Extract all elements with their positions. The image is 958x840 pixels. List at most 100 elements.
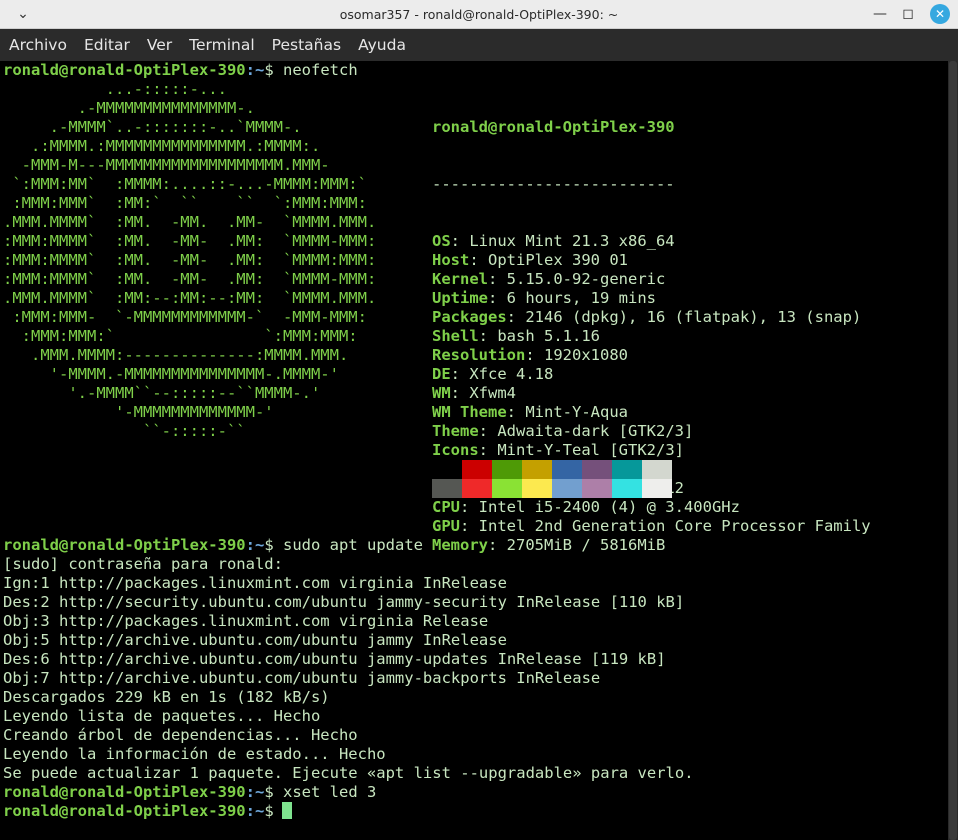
prompt-symbol: $ bbox=[264, 783, 274, 801]
logo-line: :MMM:MMM- `-MMMMMMMMMMMM-` -MMM-MMM: bbox=[3, 308, 367, 326]
window-title: osomar357 - ronald@ronald-OptiPlex-390: … bbox=[339, 7, 619, 22]
info-value: Intel i5-2400 (4) @ 3.400GHz bbox=[478, 498, 740, 516]
info-value: Intel 2nd Generation Core Processor Fami… bbox=[478, 517, 871, 535]
info-key: Host bbox=[432, 251, 470, 269]
logo-line: .MMM.MMMM` :MM. -MM. .MM- `MMMM.MMM. bbox=[3, 213, 377, 231]
logo-line: ``-:::::-`` bbox=[3, 422, 246, 440]
prompt-user: ronald@ronald-OptiPlex-390 bbox=[3, 783, 246, 801]
logo-line: .MMM.MMMM` :MM:--:MM:--:MM: `MMMM.MMM. bbox=[3, 289, 377, 307]
color-swatch bbox=[582, 460, 612, 479]
prompt-line: ronald@ronald-OptiPlex-390:~$ neofetch bbox=[3, 61, 358, 80]
info-row: CPU: Intel i5-2400 (4) @ 3.400GHz bbox=[432, 498, 740, 516]
info-key: Packages bbox=[432, 308, 507, 326]
info-row: Theme: Adwaita-dark [GTK2/3] bbox=[432, 422, 694, 440]
logo-line: `:MMM:MM` :MMMM:....::-...-MMMM:MMM:` bbox=[3, 175, 367, 193]
info-value: Xfwm4 bbox=[469, 384, 517, 402]
info-key: DE bbox=[432, 365, 451, 383]
info-value: Xfce 4.18 bbox=[469, 365, 554, 383]
info-key: Shell bbox=[432, 327, 479, 345]
logo-line: '-MMMMMMMMMMMMM-' bbox=[3, 403, 274, 421]
menu-ayuda[interactable]: Ayuda bbox=[349, 29, 414, 61]
prompt-user: ronald@ronald-OptiPlex-390 bbox=[3, 536, 246, 554]
info-row: Packages: 2146 (dpkg), 16 (flatpak), 13 … bbox=[432, 308, 862, 326]
maximize-icon[interactable]: ◻ bbox=[896, 0, 920, 29]
info-row: WM Theme: Mint-Y-Aqua bbox=[432, 403, 628, 421]
info-key: WM bbox=[432, 384, 451, 402]
info-row: Shell: bash 5.1.16 bbox=[432, 327, 600, 345]
info-key: Theme bbox=[432, 422, 479, 440]
output-line: Obj:3 http://packages.linuxmint.com virg… bbox=[3, 612, 489, 630]
output-line: Descargados 229 kB en 1s (182 kB/s) bbox=[3, 688, 330, 706]
color-swatch bbox=[522, 460, 552, 479]
prompt-symbol: $ bbox=[264, 802, 274, 820]
scrollbar-thumb[interactable] bbox=[949, 61, 957, 840]
color-swatch bbox=[612, 460, 642, 479]
info-value: Mint-Y-Teal [GTK2/3] bbox=[497, 441, 684, 459]
info-value: Adwaita-dark [GTK2/3] bbox=[497, 422, 694, 440]
command-text: sudo apt update bbox=[283, 536, 423, 554]
menu-ver[interactable]: Ver bbox=[138, 29, 180, 61]
menu-pestanas[interactable]: Pestañas bbox=[263, 29, 349, 61]
output-line: [sudo] contraseña para ronald: bbox=[3, 555, 283, 573]
info-row: Icons: Mint-Y-Teal [GTK2/3] bbox=[432, 441, 684, 459]
color-swatch bbox=[432, 460, 462, 479]
info-key: Icons bbox=[432, 441, 479, 459]
info-value: 2705MiB / 5816MiB bbox=[506, 536, 666, 554]
output-line: Des:2 http://security.ubuntu.com/ubuntu … bbox=[3, 593, 685, 611]
terminal-scrollbar[interactable] bbox=[948, 61, 958, 840]
color-swatch bbox=[462, 479, 492, 498]
output-line: Obj:5 http://archive.ubuntu.com/ubuntu j… bbox=[3, 631, 507, 649]
close-icon[interactable]: ✕ bbox=[930, 4, 950, 24]
logo-line: -MMM-M---MMMMMMMMMMMMMMMMMMM.MMM- bbox=[3, 156, 330, 174]
menu-archivo[interactable]: Archivo bbox=[0, 29, 75, 61]
info-value: 1920x1080 bbox=[544, 346, 628, 364]
menu-editar[interactable]: Editar bbox=[75, 29, 138, 61]
color-swatch bbox=[552, 460, 582, 479]
info-key: Uptime bbox=[432, 289, 488, 307]
info-row: Resolution: 1920x1080 bbox=[432, 346, 628, 364]
color-swatch bbox=[642, 479, 672, 498]
info-value: bash 5.1.16 bbox=[497, 327, 600, 345]
info-key: Kernel bbox=[432, 270, 488, 288]
logo-line: :MMM:MMMM` :MM. -MM- .MM: `MMMM-MMM: bbox=[3, 232, 377, 250]
prompt-path: :~ bbox=[245, 536, 265, 554]
color-swatch bbox=[462, 460, 492, 479]
info-value: Mint-Y-Aqua bbox=[525, 403, 628, 421]
info-row: OS: Linux Mint 21.3 x86_64 bbox=[432, 232, 675, 250]
prompt-path: :~ bbox=[245, 802, 265, 820]
prompt-line: ronald@ronald-OptiPlex-390:~$ xset led 3 bbox=[3, 783, 376, 802]
logo-line: ...-:::::-... bbox=[3, 80, 227, 98]
color-palette bbox=[432, 460, 672, 498]
info-row: DE: Xfce 4.18 bbox=[432, 365, 554, 383]
prompt-path: :~ bbox=[245, 61, 265, 79]
terminal-area[interactable]: ronald@ronald-OptiPlex-390:~$ neofetch .… bbox=[0, 61, 948, 840]
logo-line: '-MMMM.-MMMMMMMMMMMMMMM-.MMMM-' bbox=[3, 365, 339, 383]
output-line: Des:6 http://archive.ubuntu.com/ubuntu j… bbox=[3, 650, 666, 668]
prompt-user: ronald@ronald-OptiPlex-390 bbox=[3, 61, 246, 79]
minimize-icon[interactable]: — bbox=[868, 0, 892, 29]
menu-terminal[interactable]: Terminal bbox=[180, 29, 263, 61]
info-key: Memory bbox=[432, 536, 488, 554]
window-titlebar[interactable]: ⌄ osomar357 - ronald@ronald-OptiPlex-390… bbox=[0, 0, 958, 29]
text-cursor bbox=[281, 802, 292, 819]
neofetch-logo: ...-:::::-... .-MMMMMMMMMMMMMMM-. .-MMMM… bbox=[3, 80, 376, 441]
logo-line: .MMM.MMMM:--------------:MMMM.MMM. bbox=[3, 346, 349, 364]
prompt-path: :~ bbox=[245, 783, 265, 801]
info-value: Linux Mint 21.3 x86_64 bbox=[469, 232, 675, 250]
info-key: GPU bbox=[432, 517, 460, 535]
command-text: xset led 3 bbox=[283, 783, 377, 801]
info-row: Uptime: 6 hours, 19 mins bbox=[432, 289, 656, 307]
color-swatch bbox=[492, 479, 522, 498]
prompt-symbol: $ bbox=[264, 536, 274, 554]
menu-bar: Archivo Editar Ver Terminal Pestañas Ayu… bbox=[0, 29, 958, 61]
info-value: OptiPlex 390 01 bbox=[488, 251, 628, 269]
info-value: 5.15.0-92-generic bbox=[506, 270, 666, 288]
prompt-line: ronald@ronald-OptiPlex-390:~$ sudo apt u… bbox=[3, 536, 423, 555]
logo-line: '.-MMMM``--:::::--``MMMM-.' bbox=[3, 384, 321, 402]
info-row: GPU: Intel 2nd Generation Core Processor… bbox=[432, 517, 871, 535]
color-swatch bbox=[552, 479, 582, 498]
info-row: Memory: 2705MiB / 5816MiB bbox=[432, 536, 666, 554]
info-key: Resolution bbox=[432, 346, 526, 364]
color-swatch bbox=[612, 479, 642, 498]
output-line: Ign:1 http://packages.linuxmint.com virg… bbox=[3, 574, 507, 592]
